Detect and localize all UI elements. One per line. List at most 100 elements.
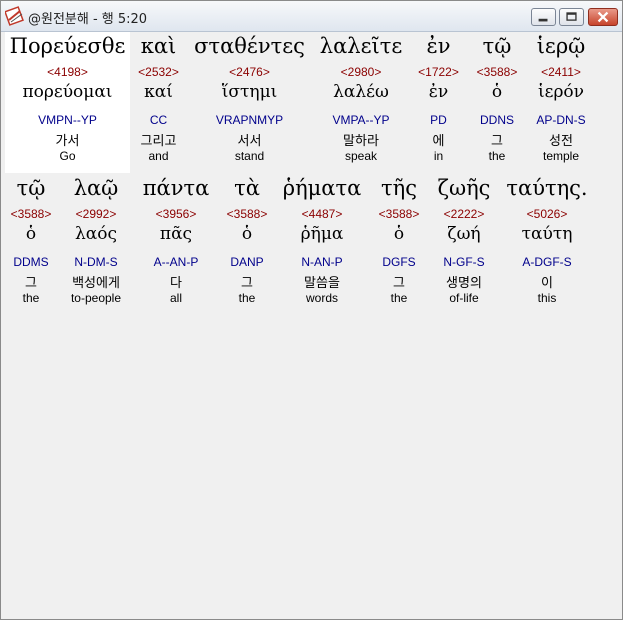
english-gloss: temple bbox=[542, 149, 580, 163]
korean-gloss: 성전 bbox=[549, 134, 573, 149]
korean-gloss: 그 bbox=[25, 276, 37, 291]
greek-word: ἱερῷ bbox=[536, 34, 586, 58]
lemma: ἱερόν bbox=[537, 82, 585, 102]
word-cell[interactable]: ἐν <1722> ἐν PD 에 in bbox=[410, 32, 467, 173]
lemma: ἐν bbox=[428, 82, 449, 102]
english-gloss: Go bbox=[59, 149, 76, 163]
korean-gloss: 말씀을 bbox=[304, 276, 340, 291]
word-cell[interactable]: ἱερῷ <2411> ἱερόν AP-DN-S 성전 temple bbox=[527, 32, 595, 173]
korean-gloss: 가서 bbox=[55, 134, 80, 149]
lemma: πᾶς bbox=[159, 224, 193, 244]
lemma: λαός bbox=[74, 224, 117, 244]
parsing-code: DDMS bbox=[13, 255, 49, 269]
english-gloss: the bbox=[238, 291, 256, 305]
korean-gloss: 서서 bbox=[237, 134, 262, 149]
greek-word: ῥήματα bbox=[282, 176, 362, 200]
strong-number: <2411> bbox=[541, 65, 581, 79]
english-gloss: this bbox=[537, 291, 557, 305]
strong-number: <3588> bbox=[476, 65, 518, 79]
parsing-code: DGFS bbox=[382, 255, 416, 269]
korean-gloss: 에 bbox=[432, 134, 445, 149]
strong-number: <3588> bbox=[10, 207, 52, 221]
greek-word: ταύτης. bbox=[506, 176, 588, 200]
word-cell[interactable]: ζωῆς <2222> ζωή N-GF-S 생명의 of-life bbox=[431, 174, 497, 315]
strong-number: <3588> bbox=[226, 207, 268, 221]
lemma: ὁ bbox=[491, 82, 503, 102]
greek-word: πάντα bbox=[142, 176, 210, 200]
korean-gloss: 백성에게 bbox=[72, 276, 120, 291]
lemma: πορεύομαι bbox=[22, 82, 113, 102]
korean-gloss: 그 bbox=[241, 276, 253, 291]
korean-gloss: 그 bbox=[393, 276, 405, 291]
close-button[interactable] bbox=[588, 8, 618, 26]
parsing-code: N-DM-S bbox=[74, 255, 118, 269]
minimize-button[interactable] bbox=[531, 8, 556, 26]
word-cell[interactable]: σταθέντες <2476> ἵστημι VRAPNMYP 서서 stan… bbox=[187, 32, 312, 173]
app-window: @원전분해 - 행 5:20 Πορεύεσθε <4198> πορεύομα… bbox=[0, 0, 623, 620]
word-cell[interactable]: τῆς <3588> ὁ DGFS 그 the bbox=[367, 174, 431, 315]
word-cell[interactable]: τῷ <3588> ὁ DDMS 그 the bbox=[5, 174, 57, 315]
lemma: ταύτη bbox=[521, 224, 573, 244]
greek-word: τὰ bbox=[234, 176, 260, 200]
korean-gloss: 다 bbox=[170, 276, 182, 291]
korean-gloss: 말하라 bbox=[343, 134, 379, 149]
strong-number: <4487> bbox=[301, 207, 343, 221]
english-gloss: to-people bbox=[70, 291, 122, 305]
window-title: @원전분해 - 행 5:20 bbox=[28, 12, 148, 27]
word-cell[interactable]: καὶ <2532> καί CC 그리고 and bbox=[130, 32, 187, 173]
lemma: ὁ bbox=[25, 224, 37, 244]
parsing-code: AP-DN-S bbox=[536, 113, 586, 127]
app-logo-icon bbox=[5, 6, 24, 26]
parsing-code: VMPA--YP bbox=[332, 113, 390, 127]
greek-word: ἐν bbox=[426, 34, 451, 58]
lemma: ῥῆμα bbox=[300, 224, 344, 244]
greek-word: Πορεύεσθε bbox=[9, 34, 126, 58]
english-gloss: the bbox=[22, 291, 40, 305]
word-cell[interactable]: λαῷ <2992> λαός N-DM-S 백성에게 to-people bbox=[57, 174, 135, 315]
strong-number: <2532> bbox=[138, 65, 179, 79]
word-cell[interactable]: τῷ <3588> ὁ DDNS 그 the bbox=[467, 32, 527, 173]
parsing-code: DDNS bbox=[479, 113, 514, 127]
analysis-panel: Πορεύεσθε <4198> πορεύομαι VMPN--YP 가서 G… bbox=[5, 32, 616, 615]
greek-word: λαλεῖτε bbox=[319, 34, 403, 58]
greek-word: τῷ bbox=[482, 34, 512, 58]
word-cell[interactable]: λαλεῖτε <2980> λαλέω VMPA--YP 말하라 speak bbox=[312, 32, 410, 173]
english-gloss: the bbox=[488, 149, 506, 163]
word-cell[interactable]: πάντα <3956> πᾶς A--AN-P 다 all bbox=[135, 174, 217, 315]
korean-gloss: 그리고 bbox=[140, 134, 177, 149]
word-cell[interactable]: ταύτης. <5026> ταύτη A-DGF-S 이 this bbox=[497, 174, 597, 315]
greek-word: τῆς bbox=[381, 176, 417, 200]
strong-number: <3956> bbox=[155, 207, 197, 221]
lemma: ὁ bbox=[393, 224, 405, 244]
korean-gloss: 그 bbox=[491, 134, 503, 149]
greek-word: ζωῆς bbox=[437, 176, 491, 200]
english-gloss: and bbox=[148, 149, 169, 163]
strong-number: <1722> bbox=[418, 65, 459, 79]
parsing-code: CC bbox=[149, 113, 168, 127]
lemma: ἵστημι bbox=[221, 82, 278, 102]
lemma: καί bbox=[144, 82, 173, 102]
strong-number: <3588> bbox=[378, 207, 420, 221]
parsing-code: A-DGF-S bbox=[522, 255, 572, 269]
parsing-code: N-AN-P bbox=[301, 255, 343, 269]
greek-word: καὶ bbox=[140, 34, 177, 58]
strong-number: <2980> bbox=[340, 65, 382, 79]
korean-gloss: 이 bbox=[541, 276, 553, 291]
close-icon bbox=[597, 11, 609, 23]
greek-word: λαῷ bbox=[73, 176, 119, 200]
parsing-code: N-GF-S bbox=[443, 255, 485, 269]
lemma: ὁ bbox=[241, 224, 253, 244]
word-cell-selected[interactable]: Πορεύεσθε <4198> πορεύομαι VMPN--YP 가서 G… bbox=[5, 32, 130, 173]
parsing-code: DANP bbox=[230, 255, 264, 269]
maximize-button[interactable] bbox=[559, 8, 584, 26]
word-cell[interactable]: ῥήματα <4487> ῥῆμα N-AN-P 말씀을 words bbox=[277, 174, 367, 315]
strong-number: <2222> bbox=[443, 207, 485, 221]
word-cell[interactable]: τὰ <3588> ὁ DANP 그 the bbox=[217, 174, 277, 315]
english-gloss: speak bbox=[344, 149, 378, 163]
strong-number: <5026> bbox=[526, 207, 568, 221]
parsing-code: PD bbox=[430, 113, 447, 127]
english-gloss: all bbox=[169, 291, 182, 305]
korean-gloss: 생명의 bbox=[446, 276, 482, 291]
title-bar[interactable]: @원전분해 - 행 5:20 bbox=[1, 1, 622, 32]
parsing-code: VRAPNMYP bbox=[215, 113, 284, 127]
